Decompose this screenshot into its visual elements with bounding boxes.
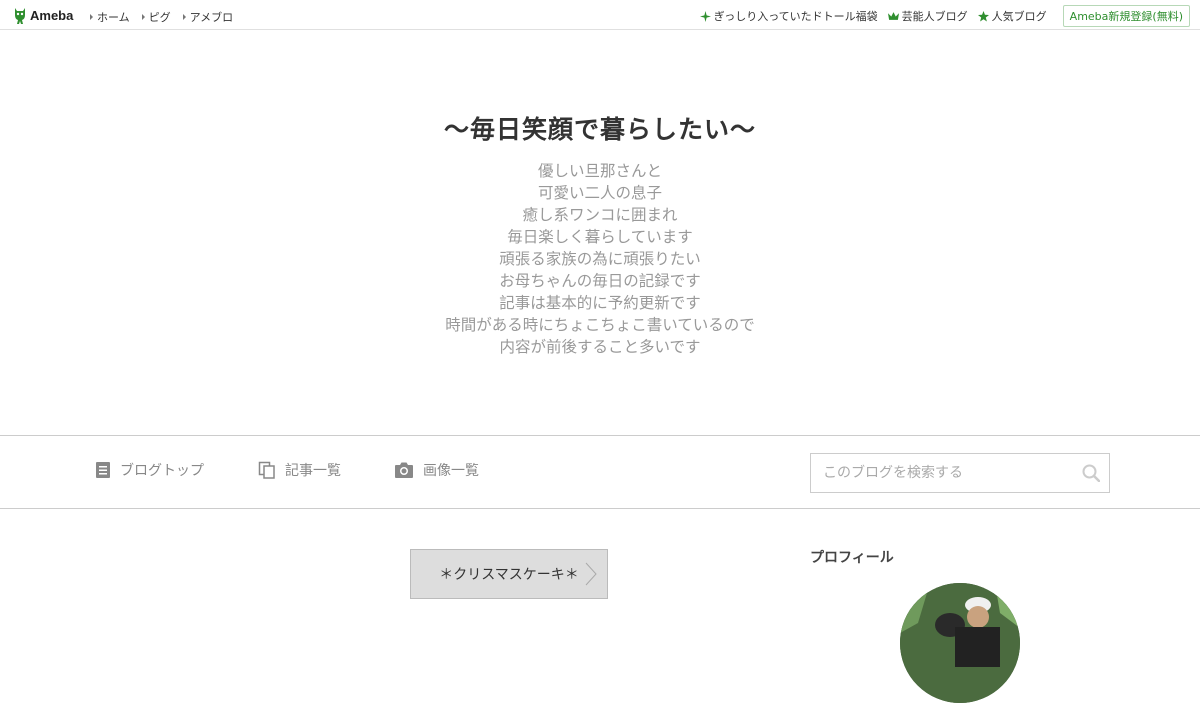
description-line: 可愛い二人の息子 bbox=[537, 184, 662, 202]
description-line: 内容が前後すること多いです bbox=[499, 338, 701, 356]
triangle-icon bbox=[141, 14, 145, 20]
crown-icon bbox=[887, 12, 899, 20]
entry-link-label: ＊クリスマスケーキ＊ bbox=[439, 567, 579, 583]
blog-top-link[interactable]: ブログトップ bbox=[95, 460, 204, 480]
popular-blog-label: 人気ブログ bbox=[991, 10, 1047, 23]
top-bar: Ameba ホーム ピグ アメブロ ぎっしり入っていたドトール福袋 芸能人ブログ… bbox=[0, 0, 1200, 30]
document-icon bbox=[96, 462, 110, 478]
entry-link-button[interactable]: ＊クリスマスケーキ＊ bbox=[410, 549, 608, 599]
blog-description: 優しい旦那さんと 可愛い二人の息子 癒し系ワンコに囲まれ 毎日楽しく暮らしていま… bbox=[0, 160, 1200, 358]
blog-top-label: ブログトップ bbox=[120, 463, 204, 479]
image-list-link[interactable]: 画像一覧 bbox=[394, 460, 479, 480]
profile-photo bbox=[900, 583, 1020, 703]
chevron-right-icon bbox=[585, 562, 597, 586]
nav-ameblo-link[interactable]: アメブロ bbox=[182, 9, 234, 25]
sparkle-icon bbox=[699, 10, 711, 22]
ameba-logo-icon bbox=[15, 8, 25, 24]
celebrity-blog-label: 芸能人ブログ bbox=[901, 10, 968, 23]
copy-pages-icon bbox=[258, 461, 275, 479]
nav-home-link[interactable]: ホーム bbox=[90, 9, 130, 25]
search-icon[interactable] bbox=[1082, 464, 1100, 482]
blog-nav-bar: ブログトップ 記事一覧 画像一覧 bbox=[0, 435, 1200, 509]
nav-home-label: ホーム bbox=[97, 11, 130, 24]
nav-pigg-label: ピグ bbox=[148, 11, 171, 24]
celebrity-blog-link[interactable]: 芸能人ブログ bbox=[887, 8, 968, 24]
blog-search-input[interactable] bbox=[821, 454, 1075, 492]
triangle-icon bbox=[182, 14, 186, 20]
blog-header: 〜毎日笑顔で暮らしたい〜 優しい旦那さんと 可愛い二人の息子 癒し系ワンコに囲ま… bbox=[0, 110, 1200, 358]
blog-search-box bbox=[810, 453, 1110, 493]
description-line: 癒し系ワンコに囲まれ bbox=[522, 206, 678, 224]
avatar[interactable] bbox=[900, 583, 1020, 703]
triangle-icon bbox=[90, 14, 93, 20]
description-line: 時間がある時にちょこちょこ書いているので bbox=[445, 316, 755, 334]
popular-blog-link[interactable]: 人気ブログ bbox=[977, 8, 1047, 24]
profile-heading: プロフィール bbox=[810, 550, 894, 566]
description-line: 記事は基本的に予約更新です bbox=[499, 294, 701, 312]
logo-text: Ameba bbox=[30, 7, 74, 23]
ameba-logo[interactable]: Ameba bbox=[13, 6, 73, 24]
signup-button[interactable]: Ameba新規登録(無料) bbox=[1062, 5, 1190, 27]
trending-topic-link[interactable]: ぎっしり入っていたドトール福袋 bbox=[699, 8, 878, 24]
blog-title[interactable]: 〜毎日笑顔で暮らしたい〜 bbox=[0, 110, 1200, 146]
star-icon bbox=[977, 10, 989, 21]
image-list-label: 画像一覧 bbox=[423, 463, 479, 479]
top-right-links: ぎっしり入っていたドトール福袋 芸能人ブログ 人気ブログ Ameba新規登録(無… bbox=[699, 5, 1190, 27]
article-list-label: 記事一覧 bbox=[285, 463, 341, 479]
description-line: お母ちゃんの毎日の記録です bbox=[499, 272, 701, 290]
global-nav: ホーム ピグ アメブロ bbox=[90, 9, 245, 25]
description-line: 頑張る家族の為に頑張りたい bbox=[499, 250, 701, 268]
trending-topic-label: ぎっしり入っていたドトール福袋 bbox=[713, 10, 878, 23]
camera-icon bbox=[395, 462, 413, 478]
description-line: 毎日楽しく暮らしています bbox=[507, 228, 693, 246]
description-line: 優しい旦那さんと bbox=[537, 162, 662, 180]
article-list-link[interactable]: 記事一覧 bbox=[258, 460, 341, 480]
nav-pigg-link[interactable]: ピグ bbox=[141, 9, 171, 25]
nav-ameblo-label: アメブロ bbox=[189, 11, 234, 24]
